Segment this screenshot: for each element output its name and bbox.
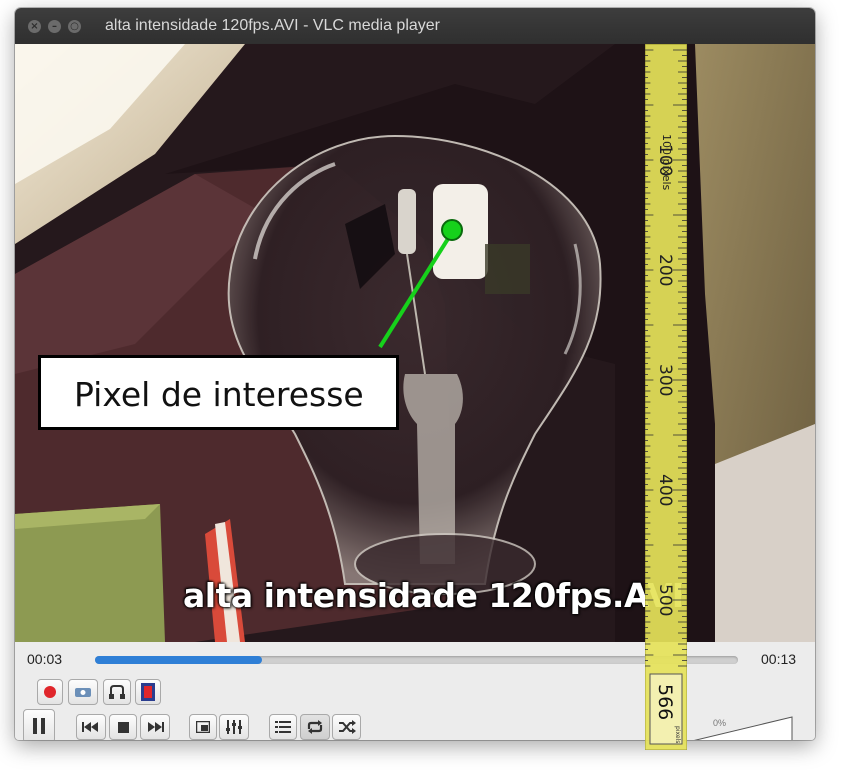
record-button[interactable]: [37, 679, 63, 705]
video-area[interactable]: Pixel de interesse alta intensidade 120f…: [15, 44, 815, 642]
fullscreen-button[interactable]: [189, 714, 217, 740]
close-window-icon[interactable]: ×: [28, 20, 41, 33]
stop-button[interactable]: [109, 714, 137, 740]
vlc-window: × – ○ alta intensidade 120fps.AVI - VLC …: [15, 8, 815, 740]
record-icon: [44, 686, 56, 698]
window-title: alta intensidade 120fps.AVI - VLC media …: [105, 17, 441, 34]
screen-ruler[interactable]: 100200300400500 100 pixels 566 pixels: [645, 44, 687, 750]
playlist-button[interactable]: [269, 714, 297, 740]
annotation-box: Pixel de interesse: [38, 355, 399, 430]
title-bar[interactable]: × – ○ alta intensidade 120fps.AVI - VLC …: [15, 8, 815, 44]
snapshot-button[interactable]: [68, 679, 98, 705]
pixel-marker: [441, 219, 463, 241]
shuffle-icon: [338, 720, 356, 734]
pause-button[interactable]: [23, 709, 55, 740]
seek-bar[interactable]: [95, 656, 738, 664]
playlist-icon: [275, 721, 291, 733]
annotation-label: Pixel de interesse: [74, 375, 364, 414]
previous-button[interactable]: [76, 714, 106, 740]
ruler-tick-label: 200: [655, 254, 675, 286]
loop-ab-button[interactable]: [103, 679, 131, 705]
loop-ab-icon: [109, 685, 125, 699]
next-button[interactable]: [140, 714, 170, 740]
ruler-end-value: 566: [654, 684, 676, 720]
stop-icon: [117, 721, 129, 733]
pause-icon: [33, 718, 45, 734]
next-icon: [148, 722, 164, 732]
minimize-window-icon[interactable]: –: [48, 20, 61, 33]
volume-slider[interactable]: [691, 716, 793, 740]
frame-by-frame-button[interactable]: [135, 679, 161, 705]
zoom-window-icon[interactable]: ○: [68, 20, 81, 33]
seek-progress: [95, 656, 263, 664]
fullscreen-icon: [196, 721, 210, 733]
extended-settings-button[interactable]: [219, 714, 249, 740]
previous-icon: [82, 722, 98, 732]
film-frame-icon: [141, 683, 155, 701]
elapsed-time[interactable]: 00:03: [27, 651, 62, 667]
control-bar: 00:03 00:13 0%: [15, 642, 815, 740]
loop-button[interactable]: [300, 714, 330, 740]
ruler-tick-label: 300: [655, 364, 675, 396]
shuffle-button[interactable]: [332, 714, 361, 740]
video-frame: [15, 44, 815, 642]
loop-icon: [307, 720, 323, 734]
total-time[interactable]: 00:13: [761, 651, 796, 667]
ruler-tick-label: 400: [655, 474, 675, 506]
equalizer-icon: [226, 720, 242, 734]
camera-icon: [75, 688, 91, 697]
ruler-rotated-label: 100 pixels: [660, 134, 673, 191]
ruler-tick-label: 500: [655, 584, 675, 616]
ruler-end-unit: pixels: [674, 726, 681, 743]
video-subtitle: alta intensidade 120fps.AVI: [183, 576, 684, 615]
